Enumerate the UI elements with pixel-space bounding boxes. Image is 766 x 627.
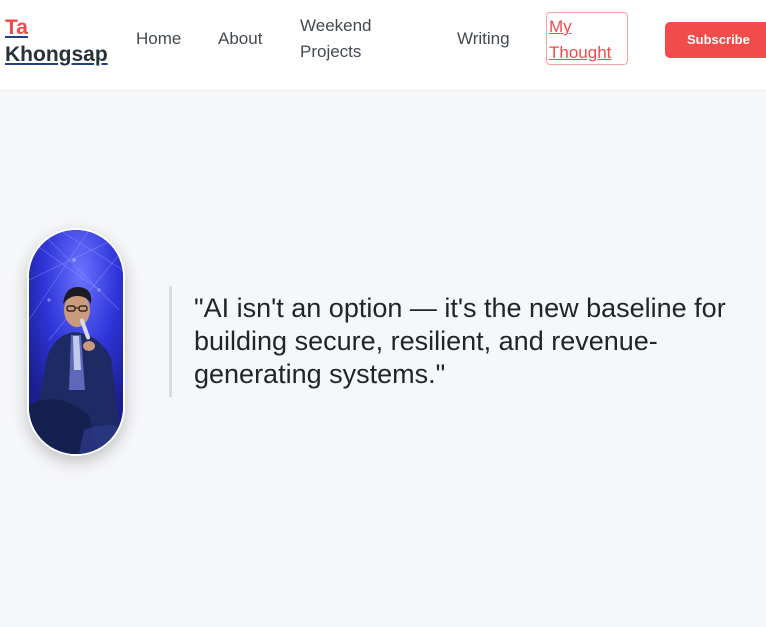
portrait-image bbox=[29, 230, 123, 454]
site-logo[interactable]: Ta Khongsap bbox=[5, 14, 108, 68]
quote-divider bbox=[169, 286, 172, 397]
nav-item-weekend-projects[interactable]: Weekend Projects bbox=[300, 13, 410, 65]
subscribe-button[interactable]: Subscribe bbox=[665, 22, 766, 58]
brand-last-name: Khongsap bbox=[5, 43, 108, 66]
nav-item-writing[interactable]: Writing bbox=[457, 26, 510, 52]
brand-first-name: Ta bbox=[5, 16, 28, 39]
nav-item-about[interactable]: About bbox=[218, 26, 262, 52]
site-header: Ta Khongsap Home About Weekend Projects … bbox=[0, 0, 766, 91]
author-portrait bbox=[27, 228, 125, 456]
nav-item-my-thought[interactable]: My Thought bbox=[546, 12, 628, 65]
nav-item-home[interactable]: Home bbox=[136, 26, 181, 52]
hero-quote: "AI isn't an option — it's the new basel… bbox=[194, 293, 726, 389]
